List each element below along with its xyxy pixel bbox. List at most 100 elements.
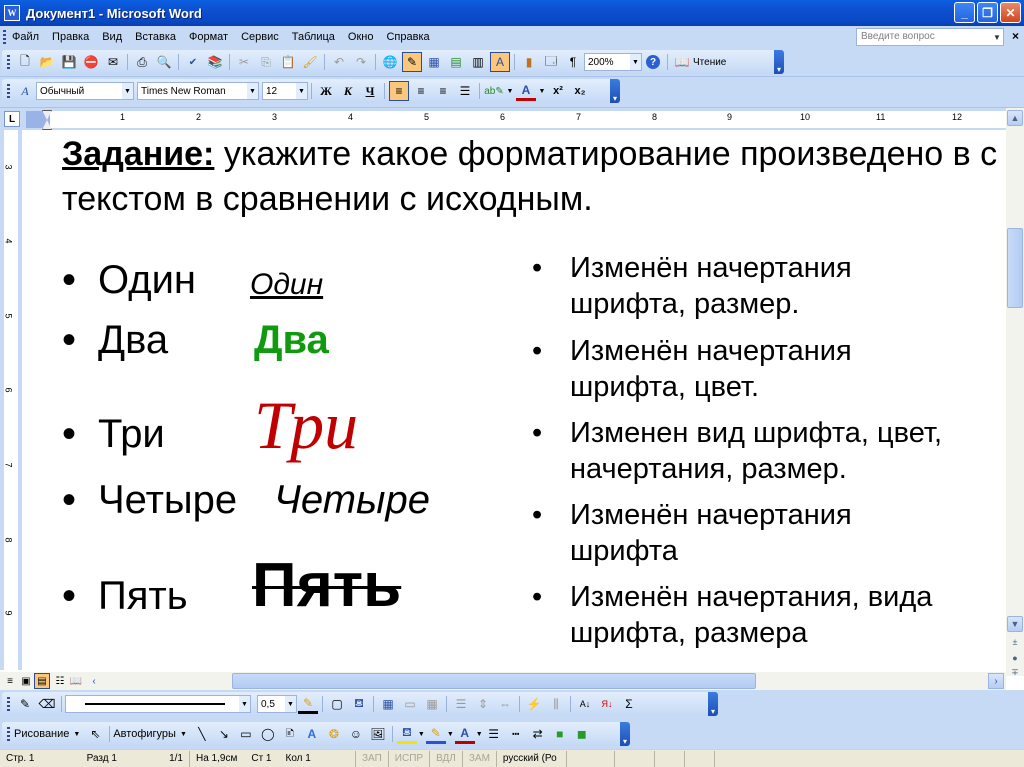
menu-table[interactable]: Таблица bbox=[288, 31, 344, 43]
chevron-down-icon[interactable]: ▼ bbox=[247, 83, 258, 99]
permissions-icon[interactable]: ⛔ bbox=[81, 52, 101, 72]
justify-icon[interactable]: ☰ bbox=[455, 81, 475, 101]
minimize-button[interactable]: _ bbox=[954, 2, 975, 23]
distribute-rows-icon[interactable]: ⇕ bbox=[473, 694, 493, 714]
help-search-input[interactable]: Введите вопрос ▼ bbox=[856, 28, 1004, 46]
sort-descending-icon[interactable]: Я↓ bbox=[597, 694, 617, 714]
print-icon[interactable]: ⎙ bbox=[132, 52, 152, 72]
next-page-icon[interactable]: ∓ bbox=[1007, 664, 1023, 680]
close-button[interactable]: ✕ bbox=[1000, 2, 1021, 23]
close-document-icon[interactable]: × bbox=[1012, 29, 1019, 43]
restore-button[interactable]: ❐ bbox=[977, 2, 998, 23]
toolbar-grip[interactable] bbox=[7, 697, 10, 711]
chevron-down-icon[interactable]: ▼ bbox=[506, 81, 514, 101]
insert-table-icon[interactable]: ▦ bbox=[424, 52, 444, 72]
chevron-down-icon[interactable]: ▼ bbox=[73, 731, 80, 738]
align-center-icon[interactable]: ≡ bbox=[411, 81, 431, 101]
arrow-style-icon[interactable]: ⇄ bbox=[528, 724, 548, 744]
chevron-down-icon[interactable]: ▼ bbox=[296, 83, 307, 99]
chevron-down-icon[interactable]: ▼ bbox=[991, 29, 1003, 45]
subscript-button[interactable]: x₂ bbox=[570, 81, 590, 101]
toolbar-options-icon[interactable]: ▾ bbox=[708, 692, 718, 716]
columns-icon[interactable]: ▥ bbox=[468, 52, 488, 72]
font-size-select[interactable]: 12 ▼ bbox=[262, 82, 308, 100]
tab-selector-button[interactable]: L bbox=[4, 111, 20, 127]
chevron-down-icon[interactable]: ▼ bbox=[630, 54, 641, 70]
open-icon[interactable]: 📂 bbox=[37, 52, 57, 72]
font-color-icon[interactable]: A bbox=[516, 81, 536, 101]
menu-tools[interactable]: Сервис bbox=[237, 31, 288, 43]
reading-icon[interactable]: 📖 bbox=[672, 52, 692, 72]
print-layout-icon[interactable]: ▤ bbox=[34, 673, 50, 689]
draw-menu-button[interactable]: Рисование bbox=[14, 728, 69, 740]
chevron-down-icon[interactable]: ▼ bbox=[180, 731, 187, 738]
autosum-icon[interactable]: Σ bbox=[619, 694, 639, 714]
copy-icon[interactable]: ⎘ bbox=[256, 52, 276, 72]
menu-help[interactable]: Справка bbox=[382, 31, 438, 43]
draw-table-icon[interactable]: ✎ bbox=[15, 694, 35, 714]
text-direction-icon[interactable]: ⫼ bbox=[546, 694, 566, 714]
reading-mode-button[interactable]: Чтение bbox=[693, 57, 726, 68]
vertical-scroll-thumb[interactable] bbox=[1007, 228, 1023, 308]
status-overtype[interactable]: ЗАМ bbox=[463, 750, 497, 767]
vertical-ruler[interactable]: 3 4 5 6 7 8 9 bbox=[0, 130, 22, 670]
toolbar-options-icon[interactable]: ▾ bbox=[610, 79, 620, 103]
hyperlink-icon[interactable]: 🌐 bbox=[380, 52, 400, 72]
research-icon[interactable]: 📚 bbox=[205, 52, 225, 72]
toolbar-options-icon[interactable]: ▾ bbox=[620, 722, 630, 746]
borders-icon[interactable]: ▢ bbox=[327, 694, 347, 714]
menu-format[interactable]: Формат bbox=[185, 31, 237, 43]
web-layout-icon[interactable]: ▣ bbox=[18, 673, 34, 689]
border-color-icon[interactable]: ✎ bbox=[298, 694, 318, 714]
horizontal-ruler[interactable]: L 1 2 3 4 5 6 7 8 9 10 11 12 bbox=[0, 108, 1024, 130]
line-color-icon[interactable]: ✎ bbox=[425, 724, 446, 744]
line-style-select[interactable]: ▼ bbox=[65, 695, 251, 713]
status-track-changes[interactable]: ИСПР bbox=[389, 750, 431, 767]
spelling-icon[interactable]: ✔ bbox=[183, 52, 203, 72]
document-page[interactable]: Задание: укажите какое форматирование пр… bbox=[22, 130, 1006, 670]
chevron-down-icon[interactable]: ▼ bbox=[285, 696, 296, 712]
wordart-icon[interactable]: A bbox=[302, 724, 322, 744]
insert-table-icon[interactable]: ▦ bbox=[378, 694, 398, 714]
styles-icon[interactable]: A bbox=[15, 81, 35, 101]
status-language[interactable]: русский (Ро bbox=[497, 750, 567, 767]
tables-borders-icon[interactable]: ✎ bbox=[402, 52, 422, 72]
scroll-left-icon[interactable]: ‹ bbox=[86, 673, 102, 689]
menu-window[interactable]: Окно bbox=[344, 31, 383, 43]
undo-icon[interactable]: ↶ bbox=[329, 52, 349, 72]
show-hide-icon[interactable]: ¶ bbox=[563, 52, 583, 72]
text-box-icon[interactable]: 🗈 bbox=[280, 724, 300, 744]
font-select[interactable]: Times New Roman ▼ bbox=[137, 82, 259, 100]
chevron-down-icon[interactable]: ▼ bbox=[447, 731, 454, 738]
style-select[interactable]: Обычный ▼ bbox=[36, 82, 134, 100]
superscript-button[interactable]: x² bbox=[548, 81, 568, 101]
chevron-down-icon[interactable]: ▼ bbox=[418, 731, 425, 738]
scroll-right-icon[interactable]: › bbox=[988, 673, 1004, 689]
font-color-icon[interactable]: A bbox=[454, 724, 475, 744]
horizontal-scroll-thumb[interactable] bbox=[232, 673, 756, 689]
bold-button[interactable]: Ж bbox=[316, 81, 336, 101]
clip-art-icon[interactable]: ☺ bbox=[346, 724, 366, 744]
redo-icon[interactable]: ↷ bbox=[351, 52, 371, 72]
diagram-icon[interactable]: ❂ bbox=[324, 724, 344, 744]
chevron-down-icon[interactable]: ▼ bbox=[239, 696, 250, 712]
align-left-icon[interactable]: ≡ bbox=[389, 81, 409, 101]
new-document-icon[interactable]: 🗋 bbox=[15, 52, 35, 72]
shading-icon[interactable]: ⛾ bbox=[349, 694, 369, 714]
chevron-down-icon[interactable]: ▼ bbox=[538, 81, 546, 101]
scroll-up-icon[interactable]: ▲ bbox=[1007, 110, 1023, 126]
align-right-icon[interactable]: ≡ bbox=[433, 81, 453, 101]
menu-insert[interactable]: Вставка bbox=[131, 31, 185, 43]
picture-icon[interactable]: 🖼 bbox=[368, 724, 388, 744]
sort-ascending-icon[interactable]: A↓ bbox=[575, 694, 595, 714]
oval-icon[interactable]: ◯ bbox=[258, 724, 278, 744]
line-icon[interactable]: ╲ bbox=[192, 724, 212, 744]
chevron-down-icon[interactable]: ▼ bbox=[476, 731, 483, 738]
reading-view-icon[interactable]: 📖 bbox=[68, 673, 84, 689]
thumbnails-icon[interactable]: 🗔 bbox=[541, 52, 561, 72]
status-extend[interactable]: ВДЛ bbox=[430, 750, 463, 767]
toolbar-grip[interactable] bbox=[7, 727, 10, 741]
split-cells-icon[interactable]: ▦ bbox=[422, 694, 442, 714]
menu-grip[interactable] bbox=[3, 30, 6, 44]
horizontal-scrollbar[interactable]: ≡ ▣ ▤ ☷ 📖 ‹ › bbox=[0, 672, 1006, 690]
